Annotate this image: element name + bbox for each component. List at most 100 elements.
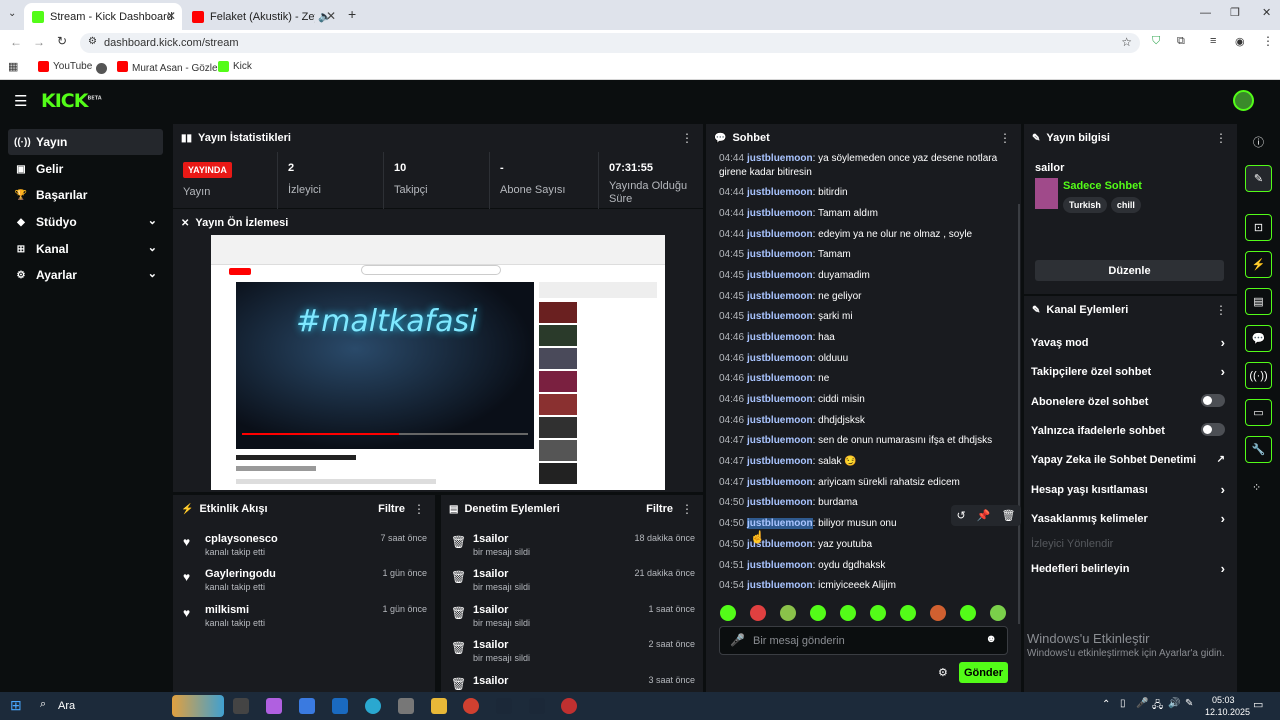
filter-button[interactable]: Filtre (646, 503, 673, 515)
activity-widget-button[interactable]: ⚡ (1245, 251, 1272, 278)
message-username[interactable]: justbluemoon (747, 456, 813, 467)
minimize-icon[interactable]: — (1200, 7, 1211, 19)
broadcast-widget-button[interactable]: ((·)) (1245, 362, 1272, 389)
sidebar-item-basarilar[interactable]: 🏆 Başarılar (8, 182, 163, 208)
more-options-icon[interactable]: ⋮ (413, 502, 425, 516)
message-username[interactable]: justbluemoon (747, 249, 813, 260)
chat-widget-button[interactable]: 💬 (1245, 325, 1272, 352)
emote-icon[interactable] (930, 605, 946, 621)
message-username[interactable]: justbluemoon (747, 497, 813, 508)
stats-widget-button[interactable]: ⊡ (1245, 214, 1272, 241)
clock-date[interactable]: 12.10.2025 (1205, 707, 1250, 717)
outlook-icon[interactable] (332, 698, 348, 714)
tray-icon[interactable]: ▯ (1120, 698, 1126, 709)
emote-icon[interactable] (840, 605, 856, 621)
message-username[interactable]: justbluemoon (747, 580, 813, 591)
user-avatar[interactable] (1233, 90, 1254, 111)
category-name[interactable]: Sadece Sohbet (1063, 180, 1142, 192)
app-icon[interactable] (561, 698, 577, 714)
stream-preview-video[interactable]: #maltkafasi (211, 235, 665, 490)
edit-button[interactable]: Düzenle (1035, 260, 1224, 281)
steam-icon[interactable] (529, 698, 545, 714)
shield-extension-icon[interactable]: ⛉ (1152, 35, 1160, 48)
emote-icon[interactable] (780, 605, 796, 621)
reload-icon[interactable]: ↻ (57, 34, 67, 48)
chrome-icon[interactable] (463, 698, 479, 714)
action-slow-mode[interactable]: Yavaş mod › (1031, 335, 1231, 350)
user-name[interactable]: milkismi (205, 604, 249, 616)
sidebar-item-gelir[interactable]: ▣ Gelir (8, 156, 163, 182)
taskbar-search-icon[interactable]: ⌕ (40, 698, 46, 711)
moderator-name[interactable]: 1sailor (473, 533, 508, 545)
pen-icon[interactable]: ✎ (1185, 698, 1193, 709)
taskbar-search-label[interactable]: Ara (58, 700, 75, 712)
forward-icon[interactable]: → (33, 35, 45, 49)
edge-icon[interactable] (365, 698, 381, 714)
volume-icon[interactable]: 🔊 (1168, 698, 1180, 709)
tag[interactable]: Turkish (1063, 197, 1107, 213)
file-explorer-icon[interactable] (431, 698, 447, 714)
bookmark-murat-asan[interactable]: Murat Asan - Gözler... (96, 61, 229, 75)
emote-icon[interactable] (810, 605, 826, 621)
copilot-icon[interactable] (266, 698, 282, 714)
video-progress-bar[interactable] (242, 433, 528, 435)
more-options-icon[interactable]: ⋮ (681, 131, 693, 145)
close-window-icon[interactable]: ✕ (1262, 6, 1271, 19)
message-username[interactable]: justbluemoon (747, 291, 813, 302)
kick-logo[interactable]: KICKBETA (41, 90, 102, 112)
layout-icon[interactable]: ⁘ (1252, 481, 1261, 494)
tab-search-icon[interactable]: ⌄ (8, 8, 16, 19)
more-options-icon[interactable]: ⋮ (1215, 131, 1227, 145)
message-username[interactable]: justbluemoon (747, 270, 813, 281)
edit-layout-button[interactable]: ✎ (1245, 165, 1272, 192)
message-username[interactable]: justbluemoon (747, 477, 813, 488)
new-tab-button[interactable]: + (348, 6, 356, 22)
tab-youtube-video[interactable]: Felaket (Akustik) - Zeynep B 🔈 ✕ (184, 3, 342, 30)
chat-message-input[interactable]: 🎤 Bir mesaj gönderin ☻ (719, 626, 1008, 655)
hamburger-menu-icon[interactable]: ☰ (14, 92, 27, 110)
sidebar-item-yayin[interactable]: ((·)) Yayın (8, 129, 163, 155)
message-username[interactable]: justbluemoon (747, 187, 813, 198)
moderation-widget-button[interactable]: ▤ (1245, 288, 1272, 315)
microphone-icon[interactable]: 🎤 (1136, 698, 1148, 709)
weather-widget-icon[interactable] (172, 695, 224, 717)
bookmark-star-icon[interactable]: ☆ (1121, 35, 1132, 49)
bookmark-youtube[interactable]: YouTube (38, 61, 92, 72)
moderator-name[interactable]: 1sailor (473, 675, 508, 687)
message-username[interactable]: justbluemoon (747, 518, 813, 529)
message-username[interactable]: justbluemoon (747, 353, 813, 364)
message-username[interactable]: justbluemoon (747, 153, 813, 164)
media-icon[interactable]: ≡ (1210, 35, 1216, 47)
moderator-name[interactable]: 1sailor (473, 639, 508, 651)
message-username[interactable]: justbluemoon (747, 311, 813, 322)
user-name[interactable]: Gayleringodu (205, 568, 276, 580)
tools-widget-button[interactable]: 🔧 (1245, 436, 1272, 463)
steam-icon[interactable] (496, 698, 512, 714)
microphone-icon[interactable]: 🎤 (730, 633, 745, 647)
sidebar-item-ayarlar[interactable]: ⚙ Ayarlar ⌄ (8, 262, 163, 288)
windows-start-icon[interactable]: ⊞ (10, 697, 22, 714)
message-username[interactable]: justbluemoon (747, 394, 813, 405)
emotes-only-toggle[interactable] (1201, 423, 1225, 436)
sidebar-item-kanal[interactable]: ⊞ Kanal ⌄ (8, 236, 163, 262)
bookmark-kick[interactable]: Kick (218, 61, 252, 72)
message-username[interactable]: justbluemoon (747, 373, 813, 384)
close-tab-icon[interactable]: ✕ (326, 9, 336, 23)
chat-settings-icon[interactable]: ⚙ (938, 666, 948, 679)
emote-icon[interactable] (750, 605, 766, 621)
moderator-name[interactable]: 1sailor (473, 604, 508, 616)
action-banned-words[interactable]: Yasaklanmış kelimeler › (1031, 511, 1231, 526)
message-username[interactable]: justbluemoon (747, 435, 813, 446)
message-username[interactable]: justbluemoon (747, 208, 813, 219)
action-set-goals[interactable]: Hedefleri belirleyin › (1031, 561, 1231, 576)
emoji-icon[interactable]: ☻ (985, 633, 997, 645)
extensions-icon[interactable]: ⧉ (1177, 35, 1185, 48)
tab-kick-dashboard[interactable]: Stream - Kick Dashboard ✕ (24, 3, 182, 30)
clock-time[interactable]: 05:03 (1212, 695, 1235, 705)
message-username[interactable]: justbluemoon (747, 560, 813, 571)
store-icon[interactable] (299, 698, 315, 714)
sidebar-item-studyo[interactable]: ◆ Stüdyo ⌄ (8, 209, 163, 235)
site-info-icon[interactable]: ⚙ (88, 36, 97, 47)
video-player[interactable]: #maltkafasi (236, 282, 534, 449)
preview-widget-button[interactable]: ▭ (1245, 399, 1272, 426)
